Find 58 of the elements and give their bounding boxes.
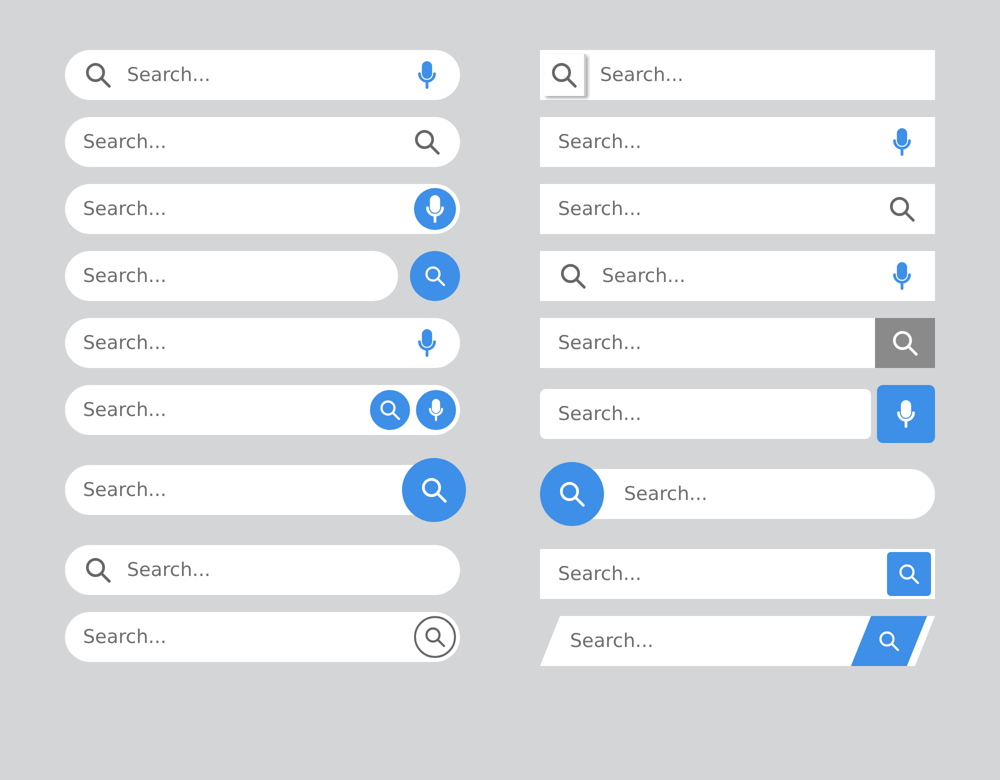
search-field[interactable]: Search... [558,131,873,153]
search-icon[interactable] [887,194,917,224]
search-field[interactable]: Search... [558,332,861,354]
search-icon [557,479,587,509]
search-bar[interactable]: Search... [65,545,460,595]
search-icon [877,629,901,653]
search-icon[interactable] [83,60,113,90]
microphone-button[interactable] [877,385,935,443]
search-icon [378,398,402,422]
search-field[interactable]: Search... [83,265,380,287]
search-bar[interactable]: Search... [540,318,935,368]
search-bar[interactable]: Search... [65,458,466,522]
search-bar[interactable]: Search... [540,549,935,599]
search-bar[interactable]: Search... [65,184,460,234]
search-field[interactable]: Search... [127,64,398,86]
search-bar[interactable]: Search... [65,612,460,662]
search-icon[interactable] [83,555,113,585]
search-icon [423,264,447,288]
search-bar[interactable]: Search... [540,616,935,666]
search-field[interactable]: Search... [83,626,400,648]
search-bar[interactable]: Search... [65,50,460,100]
search-bar[interactable]: Search... [65,318,460,368]
search-button[interactable] [887,552,931,596]
search-button[interactable] [875,318,935,368]
search-bar[interactable]: Search... [65,117,460,167]
search-bar[interactable]: Search... [540,389,871,439]
search-button[interactable] [414,616,456,658]
search-bar[interactable]: Search... [65,251,398,301]
search-bar[interactable]: Search... [540,251,935,301]
search-field[interactable]: Search... [83,479,388,501]
search-icon [890,328,920,358]
search-button[interactable] [410,251,460,301]
search-field[interactable]: Search... [558,198,873,220]
search-field[interactable]: Search... [600,64,917,86]
search-field[interactable]: Search... [558,563,873,585]
search-bar[interactable]: Search... [540,462,935,526]
search-button[interactable] [850,616,928,666]
search-field[interactable]: Search... [83,198,400,220]
search-field[interactable]: Search... [127,559,442,581]
search-field[interactable]: Search... [83,399,368,421]
search-bar[interactable]: Search... [540,50,935,100]
search-field[interactable]: Search... [83,131,398,153]
search-bar[interactable]: Search... [65,385,460,435]
search-field[interactable]: Search... [624,483,917,505]
search-icon [423,625,447,649]
microphone-button[interactable] [414,388,458,432]
search-field[interactable]: Search... [570,630,847,652]
microphone-button[interactable] [414,188,456,230]
search-bar[interactable]: Search... [540,117,935,167]
search-icon [549,60,579,90]
search-field[interactable]: Search... [83,332,398,354]
search-icon[interactable] [558,261,588,291]
search-icon [897,562,921,586]
search-field[interactable]: Search... [558,403,853,425]
search-field[interactable]: Search... [602,265,873,287]
search-icon [419,475,449,505]
search-icon[interactable] [412,127,442,157]
search-bar[interactable]: Search... [540,184,935,234]
